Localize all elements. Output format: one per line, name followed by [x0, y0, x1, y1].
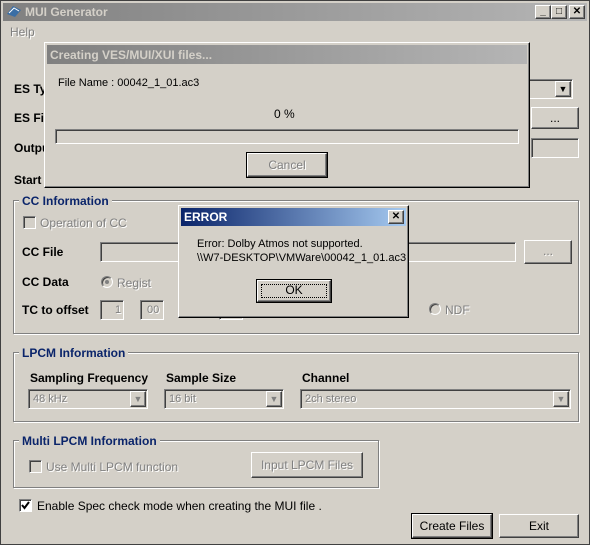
main-window-title: MUI Generator — [25, 5, 108, 19]
regist-label: Regist — [117, 276, 152, 290]
progress-file-name: File Name : 00042_1_01.ac3 — [58, 77, 200, 89]
error-dialog-title: ERROR — [184, 210, 228, 224]
lpcm-information-group — [13, 352, 579, 422]
chevron-down-icon[interactable]: ▼ — [553, 391, 569, 407]
error-message-line2: \\W7-DESKTOP\VMWare\00042_1_01.ac3 — [197, 252, 407, 264]
channel-value: 2ch stereo — [305, 393, 357, 405]
cc-file-label: CC File — [22, 245, 64, 259]
sample-size-combo[interactable]: 16 bit ▼ — [164, 389, 284, 409]
operation-of-cc-checkbox[interactable] — [23, 216, 36, 229]
spec-check-label: Enable Spec check mode when creating the… — [37, 499, 322, 513]
create-files-button[interactable]: Create Files — [411, 513, 493, 539]
progress-percent: 0 % — [274, 107, 295, 121]
use-multi-lpcm-checkbox[interactable] — [29, 460, 42, 473]
error-title-bar[interactable]: ERROR ✕ — [181, 208, 406, 226]
chevron-down-icon[interactable]: ▼ — [555, 81, 571, 97]
tc-offset-label: TC to offset — [22, 303, 89, 317]
sample-size-label: Sample Size — [166, 371, 237, 385]
cc-file-browse-button[interactable]: ... — [524, 240, 572, 264]
sample-size-value: 16 bit — [169, 393, 196, 405]
regist-radio[interactable] — [101, 276, 113, 288]
ndf-radio[interactable] — [429, 303, 441, 315]
app-icon — [6, 4, 22, 18]
lpcm-information-title: LPCM Information — [19, 346, 129, 360]
ok-focus-rect — [261, 284, 327, 298]
error-message-line1: Error: Dolby Atmos not supported. — [197, 238, 363, 250]
output-field[interactable] — [531, 138, 579, 158]
progress-dialog: Creating VES/MUI/XUI files... File Name … — [44, 42, 530, 188]
menu-help[interactable]: Help — [10, 25, 35, 39]
use-multi-lpcm-label: Use Multi LPCM function — [46, 460, 179, 474]
chevron-down-icon[interactable]: ▼ — [266, 391, 282, 407]
cc-information-title: CC Information — [19, 194, 112, 208]
multi-lpcm-title: Multi LPCM Information — [19, 434, 160, 448]
error-dialog: ERROR ✕ Error: Dolby Atmos not supported… — [178, 205, 409, 318]
channel-combo[interactable]: 2ch stereo ▼ — [300, 389, 571, 409]
progress-dialog-title: Creating VES/MUI/XUI files... — [50, 48, 213, 62]
error-close-button[interactable]: ✕ — [388, 210, 404, 224]
progress-title-bar[interactable]: Creating VES/MUI/XUI files... — [47, 45, 527, 64]
sampling-frequency-combo[interactable]: 48 kHz ▼ — [28, 389, 148, 409]
ndf-label: NDF — [445, 303, 470, 317]
es-file-browse-button[interactable]: ... — [531, 107, 579, 129]
cc-data-label: CC Data — [22, 275, 69, 289]
progress-bar — [55, 129, 519, 144]
tc-offset-minutes[interactable]: 00 — [140, 300, 164, 320]
operation-of-cc-label: Operation of CC — [40, 216, 127, 230]
start-label: Start — [14, 173, 42, 187]
input-lpcm-files-button[interactable]: Input LPCM Files — [251, 452, 363, 478]
chevron-down-icon[interactable]: ▼ — [130, 391, 146, 407]
sampling-frequency-label: Sampling Frequency — [30, 371, 149, 385]
exit-button[interactable]: Exit — [499, 514, 579, 538]
es-type-label: ES Ty — [14, 82, 47, 96]
sampling-frequency-value: 48 kHz — [33, 393, 68, 405]
checkmark-icon — [21, 501, 30, 510]
channel-label: Channel — [302, 371, 350, 385]
close-button[interactable]: ✕ — [569, 5, 585, 19]
maximize-button[interactable]: □ — [551, 5, 567, 19]
minimize-button[interactable]: _ — [535, 5, 551, 19]
main-title-bar[interactable]: MUI Generator _ □ ✕ — [3, 3, 587, 21]
tc-offset-hours[interactable]: 1 — [100, 300, 124, 320]
cancel-button[interactable]: Cancel — [246, 152, 328, 178]
spec-check-checkbox[interactable] — [19, 499, 32, 512]
